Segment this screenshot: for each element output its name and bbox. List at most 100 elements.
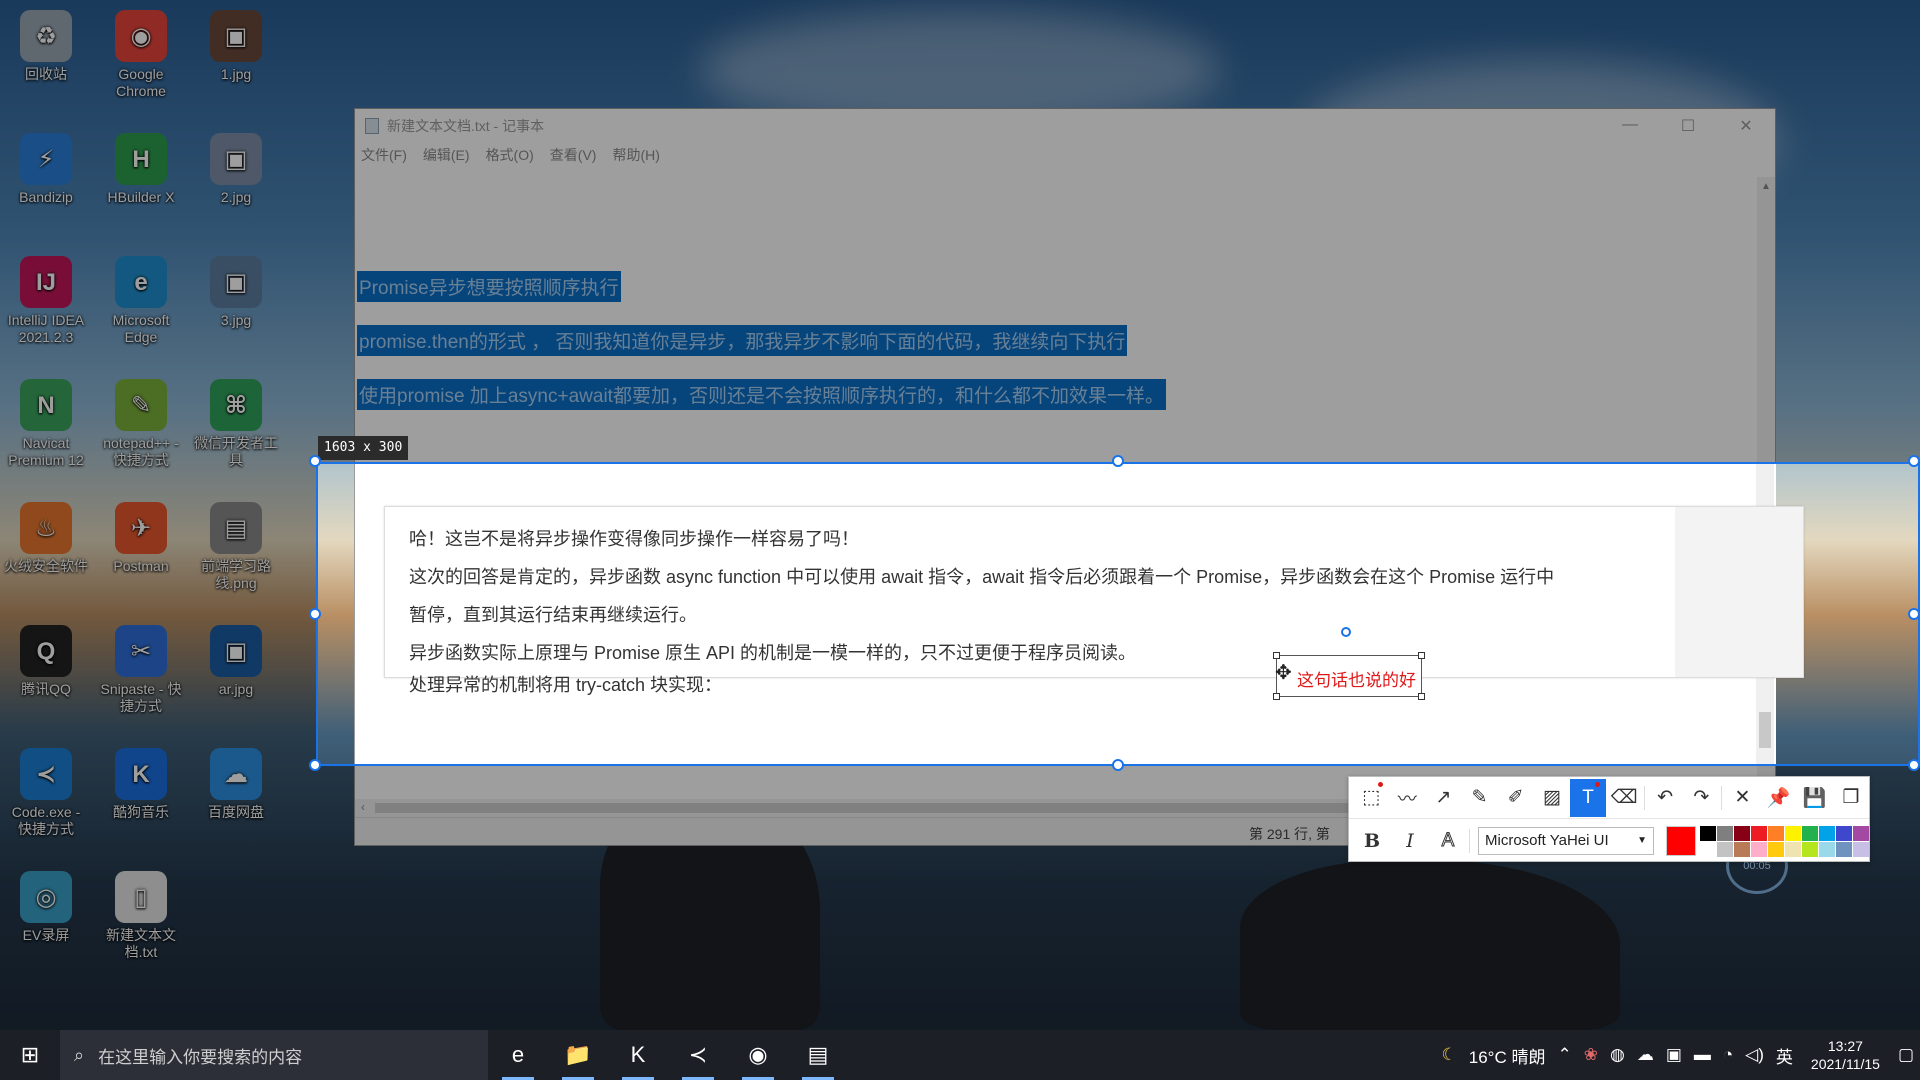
annotation-text: 这句话也说的好 <box>1297 671 1416 690</box>
rotate-handle-icon[interactable] <box>1341 627 1351 637</box>
redo-button[interactable]: ↷ <box>1683 779 1719 817</box>
taskbar-app-kugou[interactable]: K <box>608 1030 668 1080</box>
capture-dim-overlay <box>0 462 316 766</box>
font-select[interactable]: Microsoft YaHei UI ▼ <box>1478 827 1654 855</box>
tool-row: ⬚ 〰 ↗ ✎ ✐ ▨ T ⌫ ↶ ↷ ✕ 📌 💾 ❐ <box>1349 777 1869 819</box>
color-swatch[interactable] <box>1802 825 1818 841</box>
resize-handle-se[interactable] <box>1908 759 1920 771</box>
annotation-toolbar: ⬚ 〰 ↗ ✎ ✐ ▨ T ⌫ ↶ ↷ ✕ 📌 💾 ❐ B I A Microsoft YaHei UI … <box>1348 776 1870 862</box>
annotation-handle[interactable] <box>1273 693 1280 700</box>
current-color-swatch[interactable] <box>1666 826 1696 856</box>
capture-size-label: 1603 x 300 <box>318 436 409 460</box>
cancel-button[interactable]: ✕ <box>1724 779 1760 817</box>
eraser-tool[interactable]: ⌫ <box>1606 779 1642 817</box>
chevron-up-icon[interactable]: ⌃ <box>1557 1045 1571 1065</box>
outline-button[interactable]: A <box>1429 825 1467 857</box>
annotation-handle[interactable] <box>1273 652 1280 659</box>
resize-handle-nw[interactable] <box>309 455 321 467</box>
bold-button[interactable]: B <box>1353 825 1391 857</box>
color-swatch[interactable] <box>1768 841 1784 857</box>
resize-handle-sw[interactable] <box>309 759 321 771</box>
color-swatch[interactable] <box>1700 841 1716 857</box>
color-swatch[interactable] <box>1734 825 1750 841</box>
mosaic-tool[interactable]: ▨ <box>1534 779 1570 817</box>
search-icon: ⌕ <box>74 1044 85 1065</box>
taskbar-app-file-explorer[interactable]: 📁 <box>548 1030 608 1080</box>
weather-text[interactable]: 16°C 晴朗 <box>1469 1043 1546 1068</box>
notification-icon[interactable]: ▢ <box>1898 1045 1914 1065</box>
resize-handle-s[interactable] <box>1112 759 1124 771</box>
taskbar-app-notepad[interactable]: ▤ <box>788 1030 848 1080</box>
pasted-text-line: 哈！这岂不是将异步操作变得像同步操作一样容易了吗！ <box>409 529 859 549</box>
clock[interactable]: 13:27 2021/11/15 <box>1811 1037 1880 1073</box>
undo-button[interactable]: ↶ <box>1647 779 1683 817</box>
rect-shape-tool[interactable]: ⬚ <box>1353 779 1389 817</box>
indicator-dot <box>1378 781 1384 787</box>
annotation-handle[interactable] <box>1418 693 1425 700</box>
taskbar-app-edge[interactable]: e <box>488 1030 548 1080</box>
color-swatch[interactable] <box>1700 825 1716 841</box>
marker-tool[interactable]: ✐ <box>1498 779 1534 817</box>
color-swatch[interactable] <box>1853 825 1869 841</box>
color-swatch[interactable] <box>1751 841 1767 857</box>
text-annotation[interactable]: 这句话也说的好 <box>1273 652 1425 700</box>
capture-dim-overlay <box>0 0 1920 462</box>
windows-start-icon[interactable]: ⊞ <box>0 1042 60 1068</box>
color-swatch[interactable] <box>1717 841 1733 857</box>
battery-icon[interactable]: ▬ <box>1694 1045 1711 1065</box>
pasted-image[interactable]: 哈！这岂不是将异步操作变得像同步操作一样容易了吗！ 这次的回答是肯定的，异步函数… <box>384 506 1804 695</box>
arrow-tool[interactable]: ↗ <box>1425 779 1461 817</box>
color-swatch[interactable] <box>1853 841 1869 857</box>
color-swatch[interactable] <box>1836 825 1852 841</box>
resize-handle-n[interactable] <box>1112 455 1124 467</box>
indicator-dot <box>1595 781 1601 787</box>
system-tray: ☾ 16°C 晴朗 ⌃ ❀ ◍ ☁ ▣ ▬ ◔ ◁) 英 13:27 2021/… <box>1436 1037 1920 1073</box>
color-swatch[interactable] <box>1785 825 1801 841</box>
color-swatch[interactable] <box>1734 841 1750 857</box>
font-select-value: Microsoft YaHei UI <box>1485 832 1609 849</box>
toolbar-divider <box>1721 785 1723 810</box>
pasted-text-line: 处理异常的机制将用 try-catch 块实现： <box>409 675 723 695</box>
taskbar: ⊞ ⌕ 在这里输入你要搜索的内容 e 📁 K ≺ ◉ ▤ ☾ 16°C 晴朗 ⌃ ❀ ◍ … <box>0 1030 1920 1080</box>
moon-weather-icon: ☾ <box>1441 1045 1457 1064</box>
network-icon[interactable]: ◔ <box>1723 1045 1733 1065</box>
resize-handle-ne[interactable] <box>1908 455 1920 467</box>
taskbar-app-vscode[interactable]: ≺ <box>668 1030 728 1080</box>
color-swatch[interactable] <box>1751 825 1767 841</box>
italic-button[interactable]: I <box>1391 825 1429 857</box>
copy-button[interactable]: ❐ <box>1833 779 1869 817</box>
color-swatch[interactable] <box>1785 841 1801 857</box>
pasted-text-line: 暂停，直到其运行结束再继续运行。 <box>409 605 697 625</box>
ime-indicator[interactable]: 英 <box>1776 1043 1793 1068</box>
pencil-tool[interactable]: ✎ <box>1461 779 1497 817</box>
color-swatch[interactable] <box>1819 841 1835 857</box>
color-swatch[interactable] <box>1819 825 1835 841</box>
color-swatch[interactable] <box>1768 825 1784 841</box>
pasted-text-line: 这次的回答是肯定的，异步函数 async function 中可以使用 awai… <box>409 567 1555 587</box>
screen-icon[interactable]: ▣ <box>1666 1045 1682 1065</box>
move-cursor-icon: ✥ <box>1275 662 1292 684</box>
pasted-text-line: 异步函数实际上原理与 Promise 原生 API 的机制是一模一样的，只不过更… <box>409 643 1137 663</box>
taskbar-search[interactable]: ⌕ 在这里输入你要搜索的内容 <box>60 1030 488 1080</box>
color-swatch[interactable] <box>1836 841 1852 857</box>
clock-time: 13:27 <box>1827 1038 1863 1054</box>
toolbar-divider <box>1644 785 1646 810</box>
polyline-tool[interactable]: 〰 <box>1389 779 1425 817</box>
text-tool[interactable]: T <box>1569 778 1607 817</box>
save-button[interactable]: 💾 <box>1797 779 1833 817</box>
onedrive-icon[interactable]: ☁ <box>1637 1045 1654 1065</box>
color-swatch[interactable] <box>1802 841 1818 857</box>
chevron-down-icon: ▼ <box>1637 835 1647 846</box>
tray-app-icon[interactable]: ❀ <box>1584 1045 1598 1065</box>
color-swatch[interactable] <box>1717 825 1733 841</box>
volume-icon[interactable]: ◁) <box>1745 1045 1764 1065</box>
annotation-handle[interactable] <box>1418 652 1425 659</box>
taskbar-app-chrome[interactable]: ◉ <box>728 1030 788 1080</box>
clock-date: 2021/11/15 <box>1810 1056 1880 1072</box>
resize-handle-e[interactable] <box>1908 608 1920 620</box>
qq-tray-icon[interactable]: ◍ <box>1610 1045 1625 1065</box>
capture-selection[interactable]: 哈！这岂不是将异步操作变得像同步操作一样容易了吗！ 这次的回答是肯定的，异步函数… <box>316 462 1920 766</box>
resize-handle-w[interactable] <box>309 608 321 620</box>
pin-button[interactable]: 📌 <box>1761 779 1797 817</box>
search-input[interactable]: 在这里输入你要搜索的内容 <box>98 1043 302 1068</box>
